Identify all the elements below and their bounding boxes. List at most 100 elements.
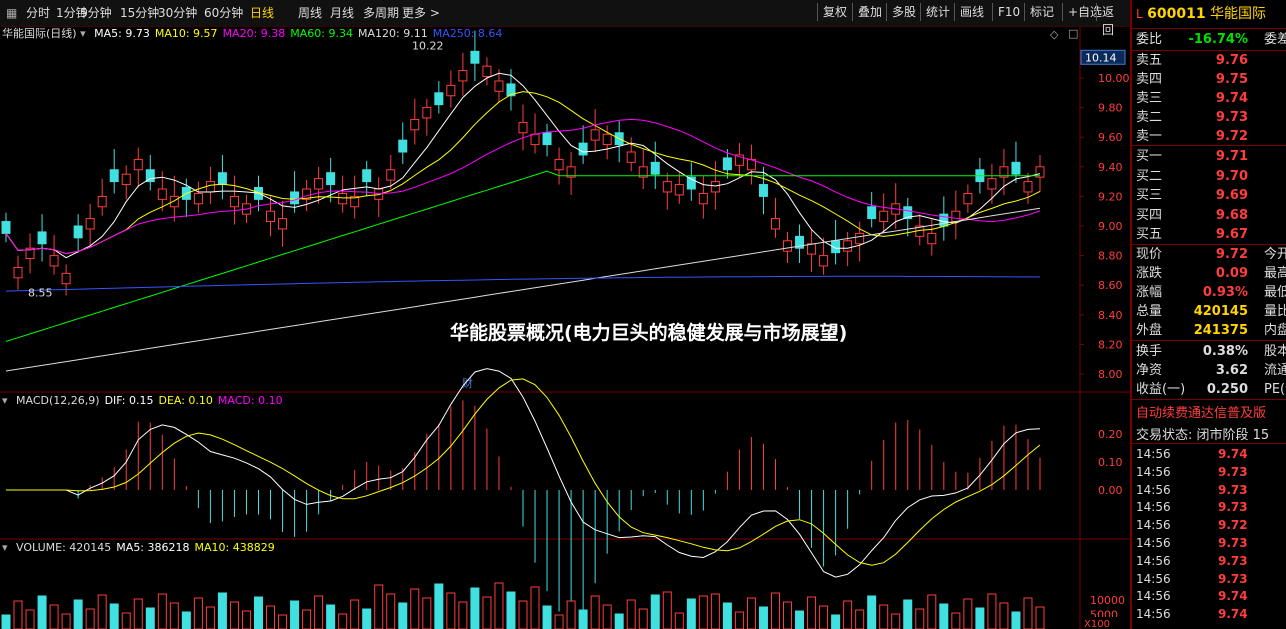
- period-tab-8[interactable]: 月线: [330, 5, 354, 21]
- volume-bar: [566, 600, 576, 629]
- tick-time: 14:56: [1136, 589, 1171, 604]
- candle-body: [217, 172, 227, 186]
- row-value: 9.67: [1215, 227, 1248, 242]
- volume-bar: [109, 603, 119, 629]
- macd-bars: [77, 400, 1041, 620]
- toolbar-button-4[interactable]: 画线: [954, 3, 989, 21]
- volume-bar: [422, 597, 432, 629]
- quote-row: 总量 420145 量比: [1136, 303, 1286, 321]
- legend-label: DIF: 0.15: [104, 394, 154, 407]
- toolbar-button-8[interactable]: 返回: [1096, 3, 1130, 37]
- volume-bar: [482, 596, 492, 629]
- row-label: 涨跌: [1136, 266, 1163, 281]
- price-tick-label: 8.40: [1098, 309, 1123, 322]
- candle-body: [458, 70, 468, 82]
- row-extra-label: 量比: [1264, 304, 1286, 319]
- tick-price: 9.73: [1218, 482, 1248, 497]
- toolbar-button-1[interactable]: 叠加: [852, 3, 887, 21]
- period-tab-3[interactable]: 15分钟: [120, 5, 159, 21]
- candle-body: [879, 210, 889, 223]
- volume-bar: [13, 600, 23, 629]
- price-tick-label: 9.60: [1098, 131, 1123, 144]
- tick-time: 14:56: [1136, 518, 1171, 533]
- candle-body: [843, 240, 853, 252]
- candle-body: [109, 169, 119, 183]
- toolbar-button-3[interactable]: 统计: [920, 3, 955, 21]
- volume-bar: [734, 611, 744, 629]
- legend-label: DEA: 0.10: [158, 394, 213, 407]
- candle-body: [73, 225, 83, 239]
- period-tab-7[interactable]: 周线: [298, 5, 322, 21]
- toolbar-button-0[interactable]: 复权: [817, 3, 852, 21]
- price-tick-label: 8.20: [1098, 338, 1123, 351]
- toolbar-button-5[interactable]: F10: [992, 3, 1025, 21]
- expand-icon[interactable]: □: [1068, 27, 1078, 40]
- candle-body: [121, 173, 131, 186]
- volume-bar: [698, 595, 708, 629]
- stock-header[interactable]: L 600011 华能国际: [1136, 5, 1266, 23]
- candle-body: [710, 181, 720, 193]
- candles: [1, 30, 1045, 296]
- diamond-icon[interactable]: ◇: [1050, 28, 1058, 41]
- candle-body: [1023, 181, 1033, 193]
- tick-row: 14:56 9.73: [1136, 570, 1286, 588]
- candle-body: [37, 231, 47, 245]
- toolbar-button-6[interactable]: 标记: [1024, 3, 1059, 21]
- quote-row: 买四 9.68: [1136, 207, 1286, 225]
- row-label: 买二: [1136, 168, 1163, 184]
- macd-toggle-icon[interactable]: ▾: [2, 394, 8, 407]
- toolbar-button-2[interactable]: 多股: [886, 3, 921, 21]
- grid-icon[interactable]: ▦: [6, 5, 17, 21]
- row-extra-label: 最低: [1264, 285, 1286, 300]
- candle-body: [698, 192, 708, 205]
- tick-time: 14:56: [1136, 536, 1171, 550]
- legend-label: MA5: 386218: [116, 541, 190, 554]
- candle-body: [578, 142, 588, 156]
- volume-toggle-icon[interactable]: ▾: [2, 541, 8, 554]
- candle-body: [482, 65, 492, 78]
- ma-toggle-icon[interactable]: ▾: [80, 27, 86, 40]
- row-label: 现价: [1136, 247, 1163, 262]
- volume-bar: [494, 582, 504, 629]
- divider: [1132, 50, 1286, 51]
- volume-bar: [927, 594, 937, 629]
- row-value: 0.250: [1206, 382, 1248, 397]
- finance-marker[interactable]: 财: [462, 376, 473, 390]
- period-tab-5[interactable]: 60分钟: [204, 5, 243, 21]
- volume-bar: [241, 610, 251, 629]
- tick-price: 9.74: [1218, 607, 1248, 622]
- row-value: 9.72: [1215, 129, 1248, 144]
- period-tab-6[interactable]: 日线: [250, 5, 274, 21]
- row-value: 420145: [1193, 304, 1248, 319]
- period-tab-4[interactable]: 30分钟: [158, 5, 197, 21]
- macd-tick-label: 0.10: [1098, 456, 1123, 469]
- period-tab-2[interactable]: 5分钟: [80, 5, 112, 21]
- ma250-line: [5, 275, 1041, 292]
- legend-label: VOLUME: 420145: [16, 541, 112, 554]
- period-tab-10[interactable]: 更多 >: [402, 5, 440, 21]
- quote-row: 外盘 241375 内盘: [1136, 322, 1286, 340]
- tick-price: 9.72: [1218, 518, 1248, 533]
- volume-bar: [278, 614, 288, 629]
- overlay-title: 华能股票概况(电力巨头的稳健发展与市场展望): [450, 322, 848, 344]
- tick-row: 14:56 9.73: [1136, 463, 1286, 481]
- candle-body: [338, 192, 348, 205]
- price-tick-label: 8.60: [1098, 279, 1123, 292]
- weibi-label: 委比: [1136, 32, 1163, 47]
- kline-header: 华能国际(日线) ▾ MA5: 9.73 MA10: 9.57 MA20: 9.38…: [2, 27, 502, 41]
- candle-body: [807, 243, 817, 255]
- candle-body: [434, 92, 444, 106]
- legend-label: MA120: 9.11: [358, 27, 428, 40]
- candle-body: [446, 84, 456, 97]
- period-tab-9[interactable]: 多周期: [363, 5, 399, 21]
- volume-bar: [578, 609, 588, 629]
- period-tab-0[interactable]: 分时: [26, 5, 50, 21]
- candle-body: [470, 50, 480, 64]
- ad-link[interactable]: 自动续费通达信普及版: [1136, 402, 1266, 421]
- volume-bar: [181, 611, 191, 629]
- volume-bar: [266, 605, 276, 629]
- candle-body: [193, 192, 203, 205]
- candle-body: [205, 181, 215, 193]
- volume-bar: [999, 602, 1009, 629]
- quote-row: 卖五 9.76: [1136, 52, 1286, 70]
